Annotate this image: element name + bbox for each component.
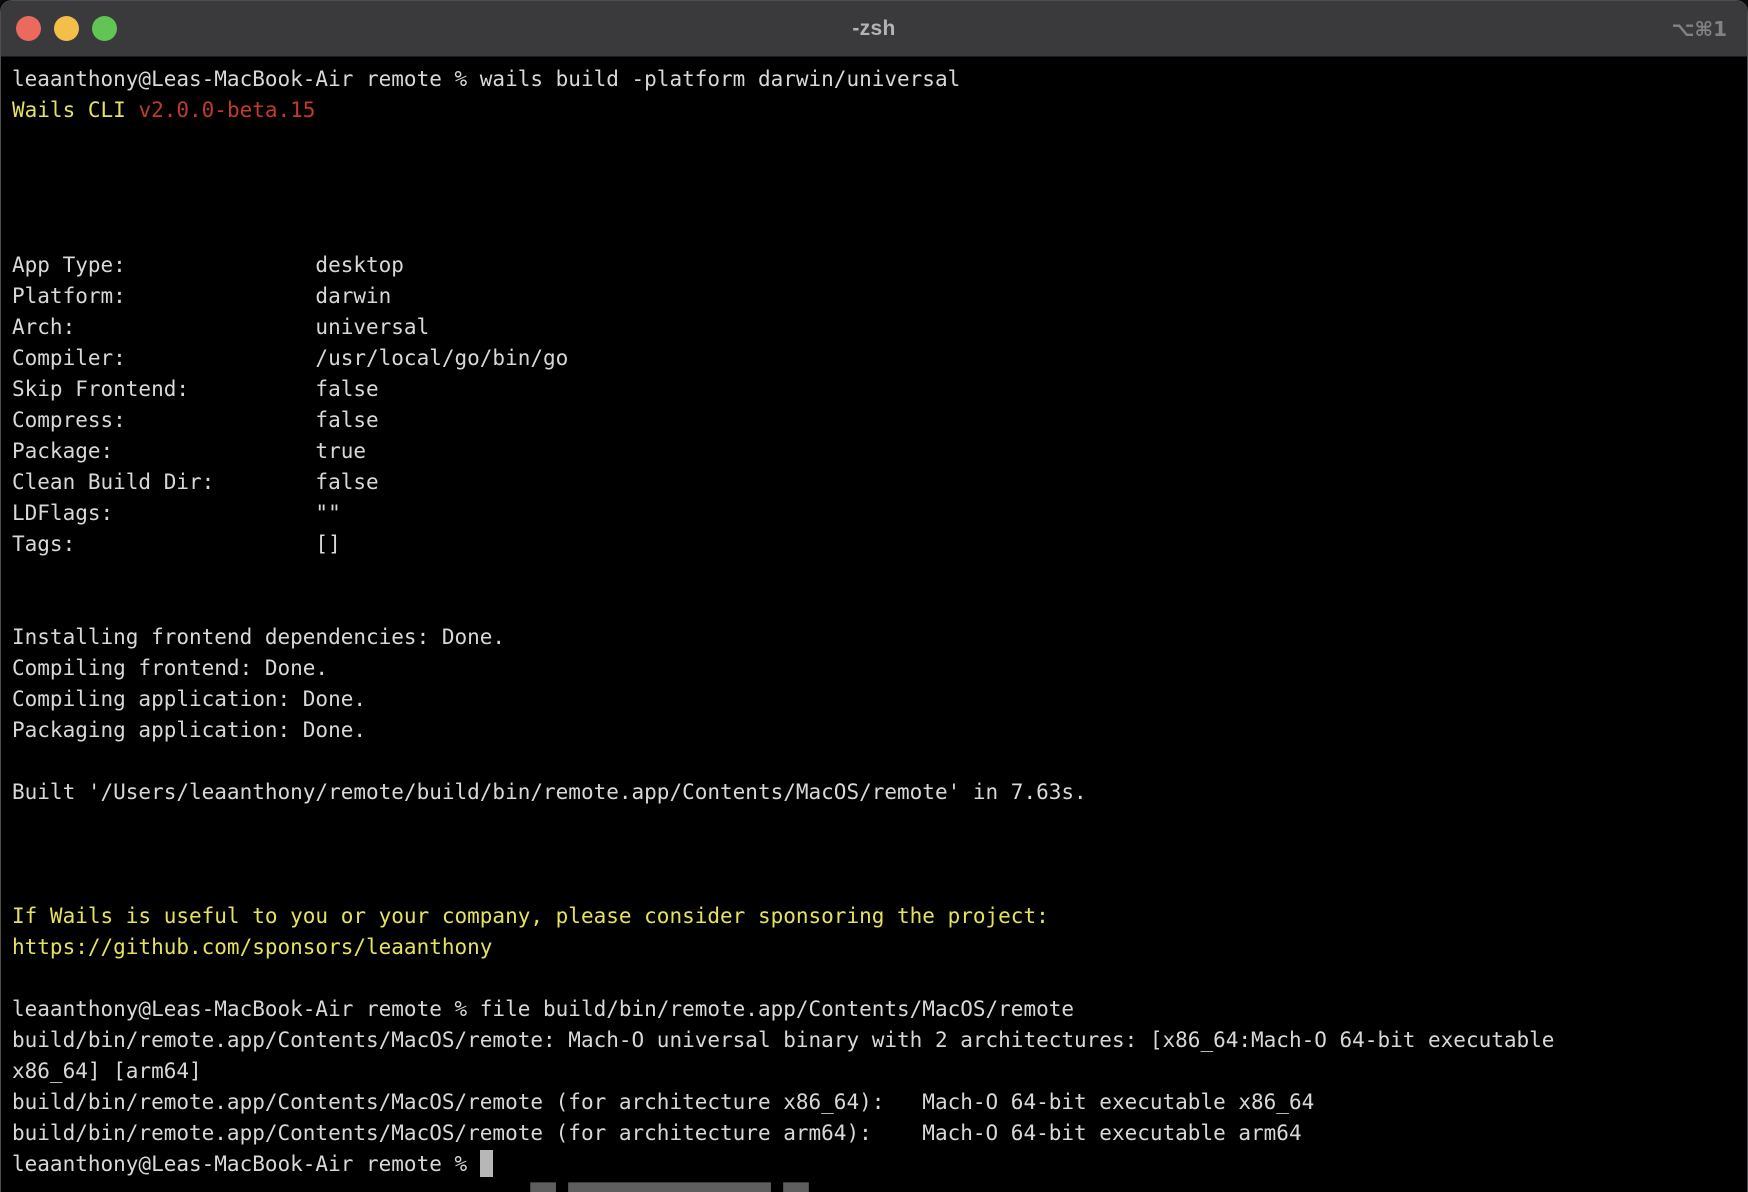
terminal-text-segment: Arch: universal [12,315,429,339]
terminal-text-segment: build/bin/remote.app/Contents/MacOS/remo… [12,1121,1302,1145]
terminal-line [12,808,1747,839]
terminal-line: Platform: darwin [12,281,1747,312]
terminal-line [12,963,1747,994]
terminal-text-segment: leaanthony@Leas-MacBook-Air remote % fil… [12,997,1074,1021]
titlebar[interactable]: -zsh ⌥⌘1 [1,1,1747,57]
terminal-line [12,746,1747,777]
terminal-text-segment: App Type: desktop [12,253,404,277]
clipped-partial-line: ██ ████████████████ ██ [12,1180,1747,1192]
terminal-text-segment: ██ ████████████████ ██ [12,1183,809,1192]
terminal-line: App Type: desktop [12,250,1747,281]
terminal-line: leaanthony@Leas-MacBook-Air remote % wai… [12,64,1747,95]
terminal-window: -zsh ⌥⌘1 leaanthony@Leas-MacBook-Air rem… [0,0,1748,1192]
terminal-line [12,560,1747,591]
terminal-text-segment: Compiling application: Done. [12,687,366,711]
terminal-line: build/bin/remote.app/Contents/MacOS/remo… [12,1025,1747,1056]
traffic-lights [16,1,117,56]
terminal-line: Tags: [] [12,529,1747,560]
terminal-text-segment: build/bin/remote.app/Contents/MacOS/remo… [12,1090,1314,1114]
terminal-line: leaanthony@Leas-MacBook-Air remote % [12,1149,1747,1180]
terminal-line: Installing frontend dependencies: Done. [12,622,1747,653]
terminal-line: Arch: universal [12,312,1747,343]
terminal-text-segment: Packaging application: Done. [12,718,366,742]
terminal-line: build/bin/remote.app/Contents/MacOS/remo… [12,1118,1747,1149]
terminal-line: Compiling application: Done. [12,684,1747,715]
terminal-line: https://github.com/sponsors/leaanthony [12,932,1747,963]
terminal-line: LDFlags: "" [12,498,1747,529]
terminal-line: Compress: false [12,405,1747,436]
terminal-line: leaanthony@Leas-MacBook-Air remote % fil… [12,994,1747,1025]
terminal-line: Packaging application: Done. [12,715,1747,746]
terminal-text-segment: LDFlags: "" [12,501,341,525]
terminal-text-segment: Compiler: /usr/local/go/bin/go [12,346,568,370]
terminal-line: Compiling frontend: Done. [12,653,1747,684]
close-button[interactable] [16,16,41,41]
terminal-text-segment: leaanthony@Leas-MacBook-Air remote % wai… [12,67,960,91]
terminal-text-segment: build/bin/remote.app/Contents/MacOS/remo… [12,1028,1554,1052]
window-shortcut-hint: ⌥⌘1 [1671,1,1727,56]
terminal-line [12,188,1747,219]
terminal-text-segment: Package: true [12,439,366,463]
terminal-text-segment: Tags: [] [12,532,341,556]
terminal-line [12,591,1747,622]
terminal-text-segment: Compiling frontend: Done. [12,656,328,680]
terminal-line: Wails CLI v2.0.0-beta.15 [12,95,1747,126]
terminal-text-segment: Compress: false [12,408,379,432]
terminal-text-segment: If Wails is useful to you or your compan… [12,904,1049,928]
terminal-text-segment: https://github.com/sponsors/leaanthony [12,935,492,959]
zoom-button[interactable] [92,16,117,41]
terminal-line: x86_64] [arm64] [12,1056,1747,1087]
terminal-line [12,839,1747,870]
terminal-text-segment: v2.0.0-beta.15 [138,98,315,122]
terminal-text-segment: Wails CLI [12,98,138,122]
terminal-line: Compiler: /usr/local/go/bin/go [12,343,1747,374]
terminal-line: Skip Frontend: false [12,374,1747,405]
terminal-text-segment: Skip Frontend: false [12,377,379,401]
terminal-line: Clean Build Dir: false [12,467,1747,498]
terminal-line [12,219,1747,250]
terminal-line: If Wails is useful to you or your compan… [12,901,1747,932]
terminal-line: Built '/Users/leaanthony/remote/build/bi… [12,777,1747,808]
terminal-text-segment: leaanthony@Leas-MacBook-Air remote % [12,1152,480,1176]
terminal-text-segment: x86_64] [arm64] [12,1059,202,1083]
minimize-button[interactable] [54,16,79,41]
window-title: -zsh [852,17,895,41]
terminal-line [12,870,1747,901]
terminal-text-segment: Platform: darwin [12,284,391,308]
terminal-line: build/bin/remote.app/Contents/MacOS/remo… [12,1087,1747,1118]
terminal-text-segment: Installing frontend dependencies: Done. [12,625,505,649]
terminal-line [12,126,1747,157]
terminal-text-segment: Built '/Users/leaanthony/remote/build/bi… [12,780,1087,804]
terminal-line: Package: true [12,436,1747,467]
terminal-line [12,157,1747,188]
terminal-cursor [480,1150,493,1177]
terminal-screen[interactable]: leaanthony@Leas-MacBook-Air remote % wai… [1,57,1747,1192]
terminal-text-segment: Clean Build Dir: false [12,470,379,494]
